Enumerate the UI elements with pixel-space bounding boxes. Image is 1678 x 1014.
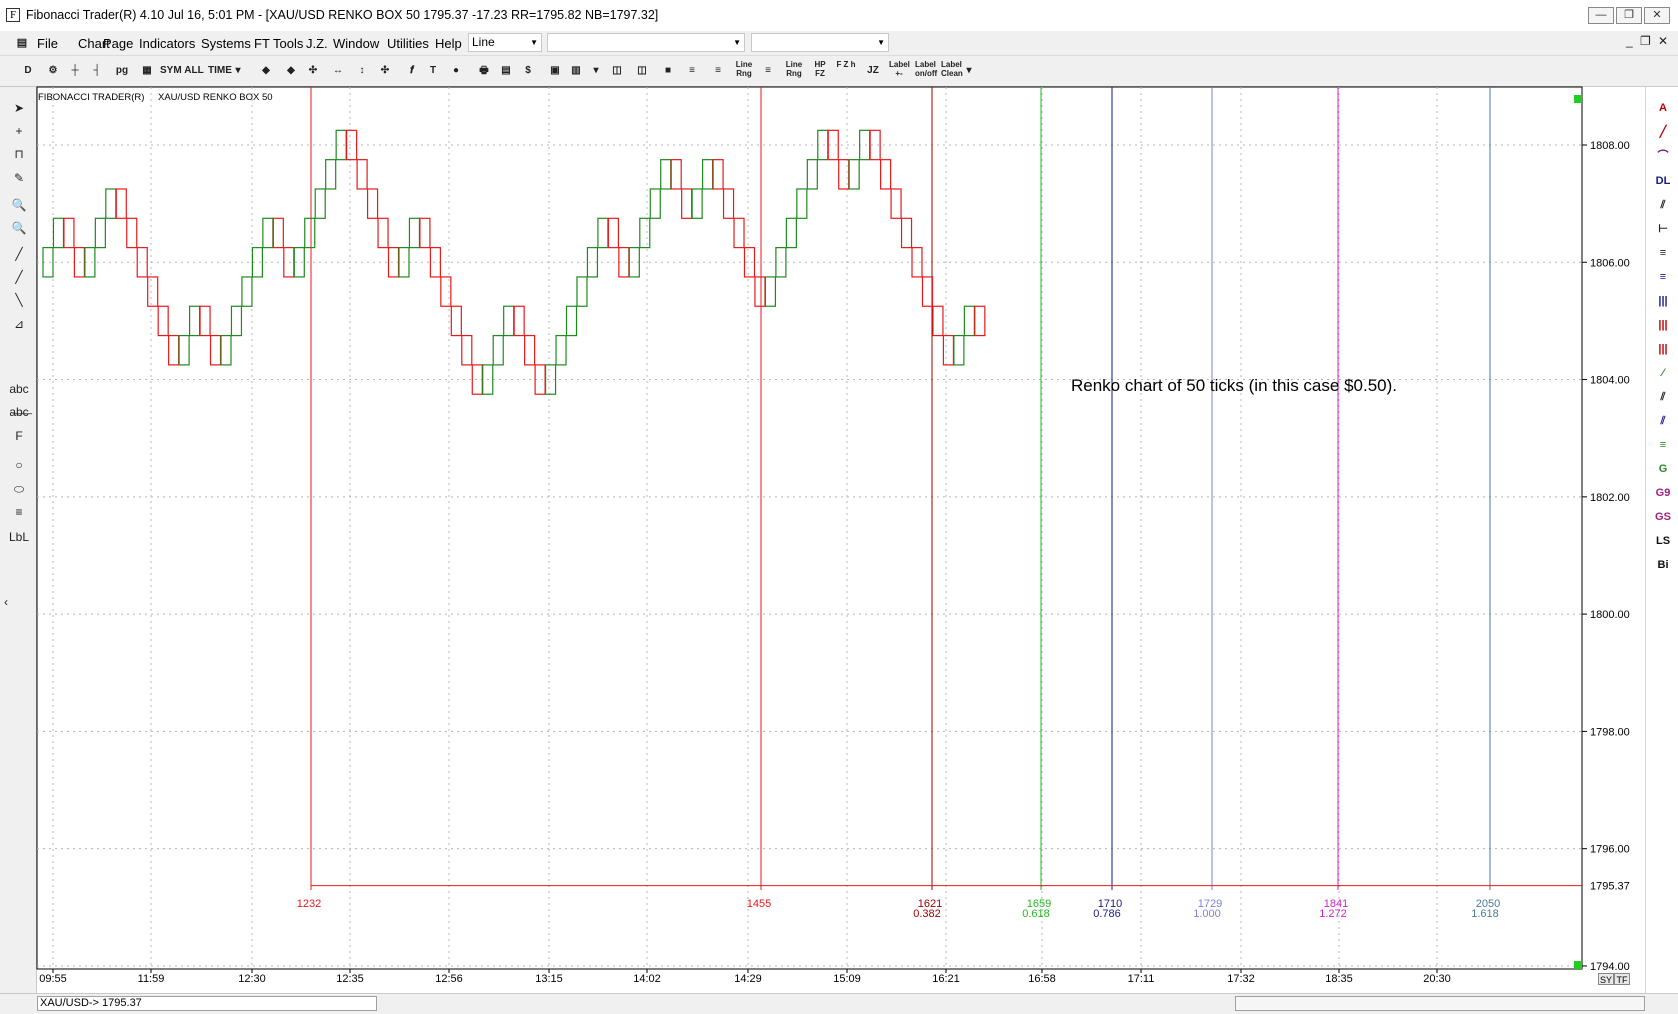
tf-button[interactable]: TF (1614, 973, 1630, 985)
chart-header-name: FIBONACCI TRADER(R) (38, 92, 144, 103)
y-tick-label: 1798.00 (1590, 726, 1630, 738)
time-line-label: 1455 (747, 898, 771, 910)
x-tick-label: 09:55 (39, 973, 67, 985)
chart-annotation: Renko chart of 50 ticks (in this case $0… (1071, 376, 1397, 395)
y-tick-label: 1806.00 (1590, 257, 1630, 269)
x-tick-label: 16:58 (1028, 973, 1056, 985)
y-tick-label: 1802.00 (1590, 492, 1630, 504)
time-line-ratio: 0.618 (1022, 908, 1050, 920)
x-tick-label: 13:15 (535, 973, 563, 985)
y-tick-label: 1794.00 (1590, 961, 1630, 973)
chart-header-symbol: XAU/USD RENKO BOX 50 (158, 92, 273, 103)
y-tick-label: 1800.00 (1590, 609, 1630, 621)
x-tick-label: 12:30 (238, 973, 266, 985)
x-tick-label: 14:29 (734, 973, 762, 985)
x-tick-label: 17:32 (1227, 973, 1255, 985)
status-price: XAU/USD-> 1795.37 (37, 996, 377, 1011)
x-tick-label: 16:21 (932, 973, 960, 985)
status-panel (1235, 996, 1645, 1011)
plot-area (36, 86, 1583, 970)
x-tick-label: 15:09 (833, 973, 861, 985)
x-tick-label: 12:35 (336, 973, 364, 985)
x-tick-label: 11:59 (138, 973, 165, 985)
corner-marker-top (1574, 95, 1582, 103)
corner-marker-bottom (1574, 961, 1582, 969)
x-tick-label: 12:56 (435, 973, 463, 985)
time-line-label: 1232 (297, 898, 321, 910)
renko-chart[interactable]: 1808.00 1806.00 1804.00 1802.00 1800.00 1798.… (0, 0, 1678, 1013)
x-tick-label: 17:11 (1128, 973, 1155, 985)
x-tick-label: 14:02 (633, 973, 661, 985)
sy-button[interactable]: SY (1598, 973, 1614, 985)
x-tick-label: 20:30 (1423, 973, 1451, 985)
x-tick-label: 18:35 (1325, 973, 1353, 985)
status-bar: XAU/USD-> 1795.37 (0, 993, 1678, 1014)
last-price-label: 1795.37 (1590, 881, 1630, 893)
y-tick-label: 1796.00 (1590, 844, 1630, 856)
time-line-ratio: 1.272 (1319, 908, 1347, 920)
time-line-ratio: 0.786 (1093, 908, 1121, 920)
time-line-ratio: 0.382 (913, 908, 941, 920)
y-tick-label: 1808.00 (1590, 140, 1630, 152)
time-line-ratio: 1.000 (1193, 908, 1221, 920)
y-tick-label: 1804.00 (1590, 375, 1630, 387)
time-line-ratio: 1.618 (1471, 908, 1499, 920)
